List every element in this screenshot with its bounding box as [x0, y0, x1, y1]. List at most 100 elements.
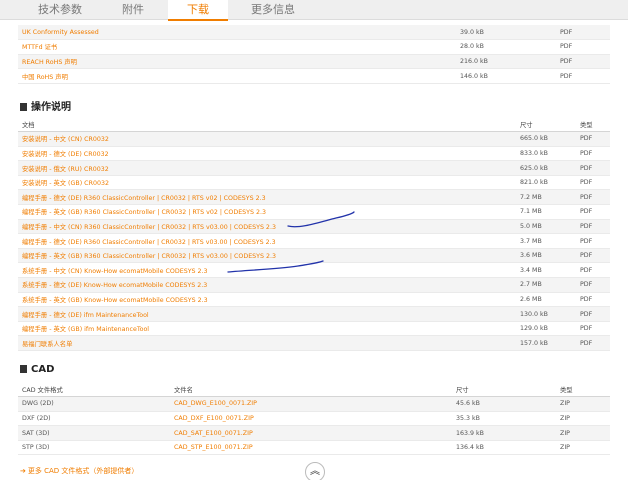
table-row: 安装说明 - 中文 (CN) CR0032 665.0 kB PDF	[18, 131, 610, 147]
manual-link[interactable]: 安装说明 - 中文 (CN) CR0032	[22, 136, 109, 143]
manuals-table: 文档 尺寸 类型 安装说明 - 中文 (CN) CR0032 665.0 kB PD…	[18, 117, 610, 351]
cert-link[interactable]: UK Conformity Assessed	[22, 29, 99, 36]
table-row: 易福门联系人名单 157.0 kB PDF	[18, 335, 610, 351]
section-title-cad: CAD	[20, 364, 54, 375]
file-size: 39.0 kB	[456, 25, 556, 41]
file-size: 7.2 MB	[516, 189, 576, 206]
file-type: PDF	[576, 233, 610, 249]
file-size: 130.0 kB	[516, 306, 576, 322]
cad-format: STP (3D)	[18, 440, 170, 456]
table-row: DWG (2D) CAD_DWG_E100_0071.ZIP 45.6 kB ZIP	[18, 396, 610, 412]
file-type: PDF	[576, 262, 610, 279]
manual-link[interactable]: 编程手册 - 德文 (DE) ifm MaintenanceTool	[22, 312, 149, 319]
file-type: ZIP	[556, 396, 610, 412]
file-size: 136.4 kB	[452, 440, 556, 456]
file-type: PDF	[576, 175, 610, 191]
table-row: 安装说明 - 英文 (GB) CR0032 821.0 kB PDF	[18, 175, 610, 191]
file-size: 129.0 kB	[516, 321, 576, 337]
file-type: PDF	[576, 248, 610, 264]
manual-link[interactable]: 编程手册 - 英文 (GB) R360 ClassicController | …	[22, 253, 276, 260]
cert-link[interactable]: MTTFd 证书	[22, 44, 57, 51]
more-cad-formats-link[interactable]: ➔ 更多 CAD 文件格式（外部提供者）	[20, 466, 138, 476]
column-header-filename: 文件名	[170, 382, 452, 398]
manual-link[interactable]: 系统手册 - 德文 (DE) Know-How ecomatMobile COD…	[22, 282, 207, 289]
file-size: 216.0 kB	[456, 54, 556, 70]
column-header-type: 类型	[576, 117, 610, 133]
tab-attachments[interactable]: 附件	[108, 0, 158, 20]
table-row: 编程手册 - 英文 (GB) R360 ClassicController | …	[18, 204, 610, 220]
file-size: 3.6 MB	[516, 248, 576, 264]
manual-link[interactable]: 安装说明 - 德文 (DE) CR0032	[22, 151, 109, 158]
manual-link[interactable]: 编程手册 - 德文 (DE) R360 ClassicController | …	[22, 239, 276, 246]
manual-link[interactable]: 系统手册 - 中文 (CN) Know-How ecomatMobile COD…	[22, 268, 208, 275]
manual-link[interactable]: 编程手册 - 中文 (CN) R360 ClassicController | …	[22, 224, 276, 231]
file-type: PDF	[576, 277, 610, 293]
table-row: SAT (3D) CAD_SAT_E100_0071.ZIP 163.9 kB ZIP	[18, 425, 610, 441]
file-type: PDF	[576, 306, 610, 322]
file-type: PDF	[576, 219, 610, 235]
cert-link[interactable]: 中国 RoHS 声明	[22, 74, 68, 81]
table-row: 编程手册 - 德文 (DE) R360 ClassicController | …	[18, 233, 610, 249]
file-size: 625.0 kB	[516, 160, 576, 176]
cad-table: CAD 文件格式 文件名 尺寸 类型 DWG (2D) CAD_DWG_E100_…	[18, 382, 610, 456]
file-type: PDF	[556, 68, 610, 84]
column-header-document: 文档	[18, 117, 516, 133]
table-row: 编程手册 - 中文 (CN) R360 ClassicController | …	[18, 219, 610, 235]
table-row: 编程手册 - 德文 (DE) ifm MaintenanceTool 130.0 …	[18, 306, 610, 322]
cad-file-link[interactable]: CAD_DXF_E100_0071.ZIP	[174, 415, 254, 422]
table-row: 系统手册 - 中文 (CN) Know-How ecomatMobile COD…	[18, 262, 610, 279]
table-row: REACH RoHS 声明 216.0 kB PDF	[18, 54, 610, 70]
manual-link[interactable]: 编程手册 - 英文 (GB) ifm MaintenanceTool	[22, 326, 149, 333]
cert-link[interactable]: REACH RoHS 声明	[22, 59, 77, 66]
cad-format: DXF (2D)	[18, 411, 170, 427]
file-size: 821.0 kB	[516, 175, 576, 191]
table-row: 编程手册 - 德文 (DE) R360 ClassicController | …	[18, 189, 610, 206]
column-header-cad-format: CAD 文件格式	[18, 382, 170, 398]
column-header-size: 尺寸	[516, 117, 576, 133]
manual-link[interactable]: 编程手册 - 英文 (GB) R360 ClassicController | …	[22, 209, 266, 216]
manual-link[interactable]: 安装说明 - 俄文 (RU) CR0032	[22, 166, 109, 173]
file-size: 2.7 MB	[516, 277, 576, 293]
table-row: 系统手册 - 德文 (DE) Know-How ecomatMobile COD…	[18, 277, 610, 293]
file-type: PDF	[576, 131, 610, 147]
cad-file-link[interactable]: CAD_DWG_E100_0071.ZIP	[174, 400, 257, 407]
manual-link[interactable]: 安装说明 - 英文 (GB) CR0032	[22, 180, 109, 187]
tab-more-info[interactable]: 更多信息	[238, 0, 308, 20]
file-size: 665.0 kB	[516, 131, 576, 147]
cad-file-link[interactable]: CAD_STP_E100_0071.ZIP	[174, 444, 253, 451]
manual-link[interactable]: 编程手册 - 德文 (DE) R360 ClassicController | …	[22, 195, 266, 202]
column-header-type: 类型	[556, 382, 610, 398]
table-row: 中国 RoHS 声明 146.0 kB PDF	[18, 68, 610, 84]
tab-bar: 技术参数 附件 下载 更多信息	[0, 0, 628, 21]
cad-file-link[interactable]: CAD_SAT_E100_0071.ZIP	[174, 430, 253, 437]
tab-downloads[interactable]: 下载	[168, 0, 228, 21]
manual-link[interactable]: 易福门联系人名单	[22, 341, 72, 348]
file-size: 2.6 MB	[516, 292, 576, 308]
file-size: 45.6 kB	[452, 396, 556, 412]
tab-tech-params[interactable]: 技术参数	[28, 0, 92, 20]
manual-link[interactable]: 系统手册 - 英文 (GB) Know-How ecomatMobile COD…	[22, 297, 208, 304]
file-type: PDF	[576, 160, 610, 176]
file-size: 163.9 kB	[452, 425, 556, 441]
file-size: 35.3 kB	[452, 411, 556, 427]
file-type: PDF	[576, 292, 610, 308]
table-row: STP (3D) CAD_STP_E100_0071.ZIP 136.4 kB ZIP	[18, 440, 610, 456]
file-size: 7.1 MB	[516, 204, 576, 220]
cad-format: SAT (3D)	[18, 425, 170, 441]
file-type: PDF	[576, 204, 610, 220]
file-type: PDF	[556, 39, 610, 55]
cad-format: DWG (2D)	[18, 396, 170, 412]
column-header-size: 尺寸	[452, 382, 556, 398]
table-row: 编程手册 - 英文 (GB) R360 ClassicController | …	[18, 248, 610, 264]
chevrons-up-icon[interactable]: ︽	[305, 462, 325, 480]
file-size: 146.0 kB	[456, 68, 556, 84]
file-type: ZIP	[556, 440, 610, 456]
file-size: 28.0 kB	[456, 39, 556, 55]
file-type: PDF	[576, 146, 610, 162]
file-size: 3.4 MB	[516, 262, 576, 279]
file-type: PDF	[576, 335, 610, 351]
file-size: 3.7 MB	[516, 233, 576, 249]
table-row: 安装说明 - 德文 (DE) CR0032 833.0 kB PDF	[18, 146, 610, 162]
file-type: PDF	[556, 25, 610, 41]
cube-icon	[20, 365, 27, 373]
